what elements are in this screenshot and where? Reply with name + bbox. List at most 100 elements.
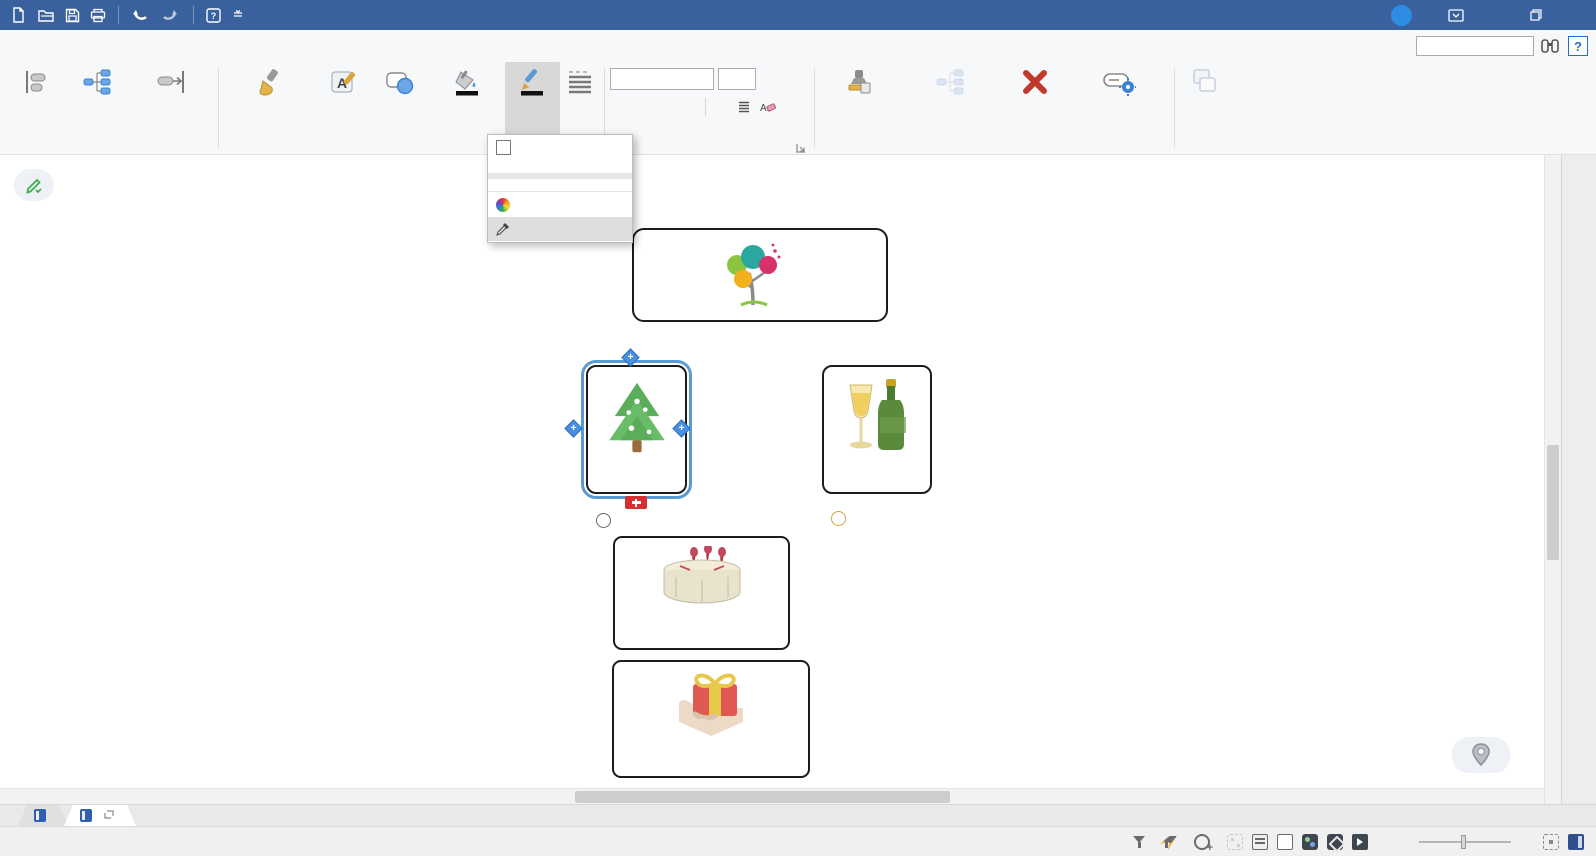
ribbon-tab-row: ? bbox=[0, 30, 1596, 62]
ribbon-group-mise-en-page bbox=[4, 62, 216, 154]
presentation-button[interactable] bbox=[1352, 834, 1368, 850]
help-pane-button[interactable]: ? bbox=[1568, 36, 1588, 56]
eyedropper-item[interactable] bbox=[488, 217, 632, 241]
automatic-color-item[interactable] bbox=[488, 135, 632, 159]
toolbar-separator bbox=[118, 6, 119, 24]
filter-button[interactable] bbox=[1132, 834, 1150, 850]
topic-gear-icon bbox=[1102, 65, 1136, 99]
line-color-button[interactable] bbox=[505, 62, 561, 136]
balance-map-button bbox=[1227, 834, 1243, 850]
celebration-tree-icon bbox=[723, 243, 785, 307]
christmas-tree-icon bbox=[600, 379, 674, 457]
italic-button[interactable] bbox=[633, 95, 655, 118]
new-document-button[interactable] bbox=[8, 5, 31, 25]
expand-button[interactable] bbox=[831, 511, 846, 526]
edit-default-topic-text-button[interactable] bbox=[1068, 62, 1170, 136]
topic-cadeaux[interactable] bbox=[612, 660, 810, 778]
redo-button[interactable] bbox=[158, 6, 184, 25]
more-colors-item[interactable] bbox=[488, 193, 632, 217]
page-setup-button[interactable] bbox=[66, 62, 128, 136]
ribbon-group-valeurs bbox=[818, 62, 1170, 154]
bold-button[interactable] bbox=[610, 95, 632, 118]
ribbon-display-options-button[interactable] bbox=[1436, 0, 1476, 30]
divider bbox=[488, 191, 632, 192]
line-style-button[interactable] bbox=[560, 62, 600, 136]
format-painter-button[interactable] bbox=[222, 62, 317, 136]
schedule-button[interactable] bbox=[1277, 834, 1293, 850]
layout-icon bbox=[82, 65, 112, 99]
topic-noel[interactable] bbox=[586, 365, 687, 494]
help-button[interactable]: ? bbox=[203, 6, 226, 25]
underline-button[interactable] bbox=[656, 95, 678, 118]
notes-button[interactable] bbox=[1252, 834, 1268, 850]
automatic-swatch bbox=[496, 140, 511, 155]
search-input[interactable] bbox=[1416, 36, 1534, 56]
set-default-style-button[interactable] bbox=[818, 62, 900, 136]
power-filter-button[interactable] bbox=[1159, 834, 1177, 850]
restore-button[interactable] bbox=[1516, 0, 1556, 30]
horizontal-scroll-thumb[interactable] bbox=[575, 791, 950, 803]
vertical-scrollbar[interactable] bbox=[1544, 155, 1561, 804]
clear-formatting-button[interactable]: A bbox=[756, 95, 778, 118]
fill-color-button[interactable] bbox=[429, 62, 505, 136]
toolbar-separator bbox=[193, 6, 194, 24]
doc-tab-organisation[interactable] bbox=[64, 805, 136, 826]
lines-icon bbox=[566, 65, 594, 99]
status-bar bbox=[0, 826, 1596, 856]
avatar bbox=[1391, 5, 1412, 26]
find-button[interactable] bbox=[1540, 38, 1562, 54]
font-color-button[interactable] bbox=[710, 95, 732, 118]
fit-map-button[interactable] bbox=[1543, 834, 1559, 850]
title-bar: ? bbox=[0, 0, 1596, 30]
document-tab-bar bbox=[0, 804, 1596, 826]
print-button[interactable] bbox=[87, 6, 109, 25]
map-canvas[interactable] bbox=[0, 155, 1544, 788]
ribbon-group-police: A bbox=[610, 62, 810, 154]
grow-font-button[interactable] bbox=[760, 67, 782, 90]
topic-shape-button[interactable] bbox=[371, 62, 429, 136]
banquet-cake-icon bbox=[654, 546, 750, 608]
zoom-slider-thumb[interactable] bbox=[1461, 835, 1466, 849]
close-button[interactable] bbox=[1556, 0, 1596, 30]
undo-button[interactable] bbox=[128, 6, 154, 25]
pencil-icon bbox=[24, 175, 44, 195]
strikethrough-button[interactable] bbox=[679, 95, 701, 118]
topic-nouvel-an[interactable] bbox=[822, 365, 932, 494]
set-default-layout-button bbox=[900, 62, 1002, 136]
add-subtopic-badge[interactable] bbox=[625, 496, 647, 509]
topic-width-icon bbox=[156, 65, 186, 99]
text-align-button[interactable] bbox=[733, 95, 755, 118]
doc-tab-activite[interactable] bbox=[18, 805, 68, 826]
dialog-launcher-icon[interactable] bbox=[796, 140, 808, 152]
recent-line-colors bbox=[488, 179, 632, 190]
alignment-button[interactable] bbox=[4, 62, 66, 136]
ribbon-tabs bbox=[0, 30, 8, 62]
horizontal-scrollbar[interactable] bbox=[0, 788, 1544, 804]
font-family-select[interactable] bbox=[610, 68, 714, 90]
topic-central[interactable] bbox=[632, 228, 888, 322]
doc-tabs-scroll-left[interactable] bbox=[0, 805, 18, 826]
account-menu[interactable] bbox=[1381, 0, 1436, 30]
style-icon: A bbox=[329, 65, 359, 99]
edit-mode-badge[interactable] bbox=[14, 169, 54, 201]
customize-toolbar-button[interactable] bbox=[230, 7, 246, 23]
location-badge[interactable] bbox=[1452, 737, 1510, 773]
shrink-font-button[interactable] bbox=[786, 67, 808, 90]
group-button bbox=[1178, 62, 1230, 136]
open-button[interactable] bbox=[35, 6, 58, 25]
pop-out-tab-icon[interactable] bbox=[104, 810, 114, 822]
tags-button[interactable] bbox=[1327, 834, 1343, 850]
topic-repas[interactable] bbox=[613, 536, 790, 650]
minimize-button[interactable] bbox=[1476, 0, 1516, 30]
recent-changes-button[interactable] bbox=[1194, 834, 1212, 850]
fit-topic-width-button[interactable] bbox=[128, 62, 214, 136]
panel-layout-button[interactable] bbox=[1568, 834, 1586, 850]
vertical-scroll-thumb[interactable] bbox=[1547, 445, 1559, 560]
map-parts-button[interactable] bbox=[1302, 834, 1318, 850]
save-button[interactable] bbox=[62, 6, 83, 25]
zoom-slider[interactable] bbox=[1419, 841, 1511, 843]
reset-default-button[interactable] bbox=[1001, 62, 1068, 136]
topic-style-button[interactable]: A bbox=[317, 62, 371, 136]
font-size-select[interactable] bbox=[718, 68, 756, 90]
collapse-button[interactable] bbox=[596, 513, 611, 528]
